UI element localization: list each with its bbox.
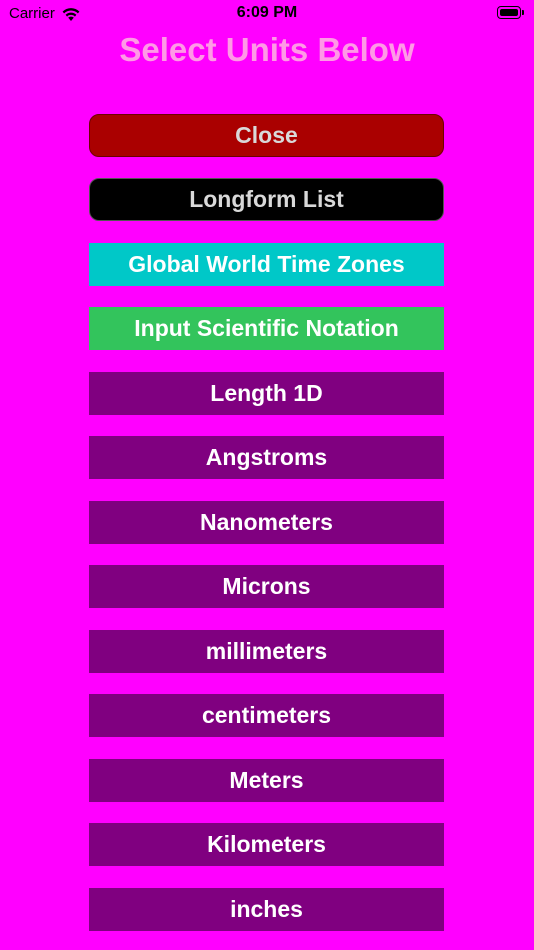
scientific-notation-button[interactable]: Input Scientific Notation (89, 307, 444, 350)
unit-button-kilometers[interactable]: Kilometers (89, 823, 444, 866)
unit-button-meters[interactable]: Meters (89, 759, 444, 802)
status-time: 6:09 PM (236, 4, 298, 21)
battery-icon (497, 6, 525, 20)
unit-button-inches[interactable]: inches (89, 888, 444, 931)
global-time-zones-button[interactable]: Global World Time Zones (89, 243, 444, 286)
unit-button-centimeters[interactable]: centimeters (89, 694, 444, 737)
status-bar: Carrier 6:09 PM (0, 0, 534, 28)
unit-button-length-1d[interactable]: Length 1D (89, 372, 444, 415)
page-title: Select Units Below (119, 31, 415, 68)
longform-list-button[interactable]: Longform List (89, 178, 444, 221)
unit-button-nanometers[interactable]: Nanometers (89, 501, 444, 544)
close-button[interactable]: Close (89, 114, 444, 157)
unit-button-microns[interactable]: Microns (89, 565, 444, 608)
unit-button-millimeters[interactable]: millimeters (89, 630, 444, 673)
unit-button-angstroms[interactable]: Angstroms (89, 436, 444, 479)
